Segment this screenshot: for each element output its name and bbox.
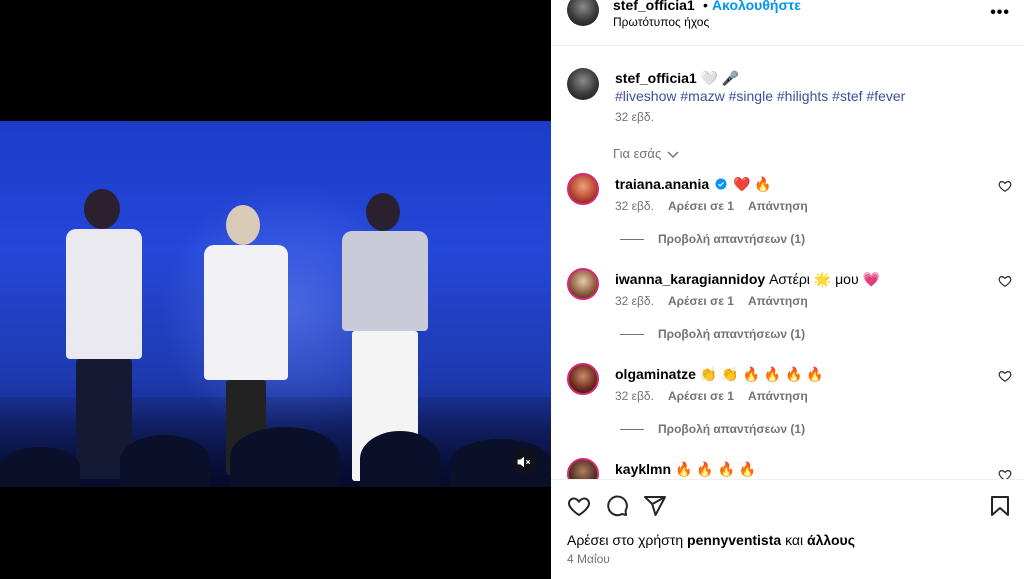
chevron-down-icon [667, 151, 679, 158]
hashtag-link[interactable]: #mazw [680, 88, 724, 104]
commenter-avatar[interactable] [567, 363, 599, 395]
heart-icon[interactable] [998, 274, 1012, 288]
post-caption: stef_officia1 🤍 🎤 #liveshow #mazw #singl… [615, 69, 1005, 105]
commenter-avatar[interactable] [567, 458, 599, 479]
caption-username[interactable]: stef_officia1 [615, 70, 697, 86]
other-likers-link[interactable]: άλλους [807, 532, 855, 548]
hashtag-link[interactable]: #liveshow [615, 88, 676, 104]
comment-like-count[interactable]: Αρέσει σε 1 [668, 389, 734, 403]
post-header: stef_officia1 • Ακολουθήστε Πρωτότυπος ή… [551, 0, 1024, 46]
like-heart-icon[interactable] [567, 494, 591, 518]
comment-text: 🔥 🔥 🔥 🔥 [674, 461, 757, 477]
comment-timestamp: 32 εβδ. [615, 199, 654, 213]
comment-text: ❤️ 🔥 [732, 176, 772, 192]
commenter-username[interactable]: iwanna_karagiannidoy [615, 271, 765, 287]
comment-bubble-icon[interactable] [605, 494, 629, 518]
instagram-post-modal: stef_officia1 • Ακολουθήστε Πρωτότυπος ή… [0, 0, 1024, 579]
view-replies-button[interactable]: Προβολή απαντήσεων (1) [620, 232, 805, 246]
bookmark-icon[interactable] [988, 494, 1012, 518]
author-username[interactable]: stef_officia1 [613, 0, 695, 13]
share-paper-plane-icon[interactable] [643, 494, 667, 518]
commenter-username[interactable]: olgaminatze [615, 366, 696, 382]
comment-reply-button[interactable]: Απάντηση [748, 294, 808, 308]
follow-button[interactable]: Ακολουθήστε [712, 0, 801, 13]
comment-text: Αστέρι 🌟 μου 💗 [769, 271, 880, 287]
commenter-avatar[interactable] [567, 173, 599, 205]
comment-reply-button[interactable]: Απάντηση [748, 199, 808, 213]
muted-speaker-icon [517, 456, 531, 468]
hashtag-link[interactable]: #single [729, 88, 773, 104]
comment-like-count[interactable]: Αρέσει σε 1 [668, 294, 734, 308]
comment-like-count[interactable]: Αρέσει σε 1 [668, 199, 734, 213]
hashtag-link[interactable]: #stef [832, 88, 862, 104]
caption-timestamp: 32 εβδ. [615, 110, 654, 124]
commenter-username[interactable]: traiana.anania [615, 176, 709, 192]
liker-username[interactable]: pennyventista [687, 532, 781, 548]
post-actions-bar: Αρέσει στο χρήστη pennyventista και άλλο… [551, 479, 1024, 579]
heart-icon[interactable] [998, 179, 1012, 193]
comment-meta: 32 εβδ. Αρέσει σε 1 Απάντηση [615, 294, 808, 308]
heart-icon[interactable] [998, 468, 1012, 479]
comment-meta: 32 εβδ. Αρέσει σε 1 Απάντηση [615, 199, 808, 213]
comment-filter-label: Για εσάς [613, 146, 662, 161]
comment-meta: 32 εβδ. Αρέσει σε 1 Απάντηση [615, 389, 808, 403]
comment-reply-button[interactable]: Απάντηση [748, 389, 808, 403]
view-replies-button[interactable]: Προβολή απαντήσεων (1) [620, 327, 805, 341]
comment-timestamp: 32 εβδ. [615, 389, 654, 403]
hashtag-link[interactable]: #fever [866, 88, 905, 104]
post-side-panel: stef_officia1 • Ακολουθήστε Πρωτότυπος ή… [551, 0, 1024, 579]
more-options-button[interactable]: ••• [990, 4, 1010, 22]
author-avatar[interactable] [567, 0, 599, 26]
post-date: 4 Μαΐου [567, 552, 610, 566]
likes-summary: Αρέσει στο χρήστη pennyventista και άλλο… [567, 532, 855, 548]
hashtag-link[interactable]: #hilights [777, 88, 828, 104]
caption-author-avatar[interactable] [567, 68, 599, 100]
separator-dot: • [703, 0, 708, 13]
commenter-avatar[interactable] [567, 268, 599, 300]
comment-timestamp: 32 εβδ. [615, 294, 654, 308]
mute-toggle-button[interactable] [511, 449, 537, 475]
view-replies-button[interactable]: Προβολή απαντήσεων (1) [620, 422, 805, 436]
comment-filter-dropdown[interactable]: Για εσάς [613, 146, 679, 161]
caption-hashtags: #liveshow #mazw #single #hilights #stef … [615, 88, 905, 104]
original-audio-link[interactable]: Πρωτότυπος ήχος [613, 15, 709, 29]
verified-badge-icon [715, 178, 727, 190]
comment-item: kayklmn 🔥 🔥 🔥 🔥 [551, 458, 1024, 479]
media-area [0, 0, 551, 579]
video-player[interactable] [0, 121, 551, 487]
comment-text: 👏 👏 🔥 🔥 🔥 🔥 [699, 366, 824, 382]
caption-emoji: 🤍 🎤 [700, 70, 740, 86]
heart-icon[interactable] [998, 369, 1012, 383]
commenter-username[interactable]: kayklmn [615, 461, 671, 477]
